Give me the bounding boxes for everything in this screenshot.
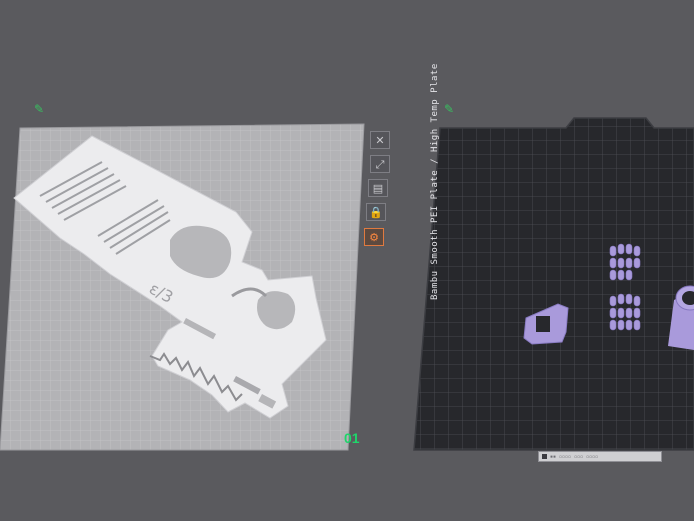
plate-status-bar: ▪▪ ▫▫▫▫ ▫▫▫ ▫▫▫▫	[538, 451, 662, 462]
build-plate-right[interactable]	[413, 117, 694, 451]
pencil-icon[interactable]: ✎	[444, 102, 454, 116]
close-icon[interactable]: ✕	[370, 131, 390, 149]
plate-type-label: Bambu Smooth PEI Plate / High Temp Plate	[430, 63, 440, 300]
status-text: ▪▪ ▫▫▫▫ ▫▫▫ ▫▫▫▫	[550, 453, 599, 460]
settings-icon[interactable]: ⚙	[364, 228, 384, 246]
status-indicator-icon	[542, 454, 547, 459]
pencil-icon[interactable]: ✎	[34, 102, 44, 116]
plate-index-label: 01	[344, 430, 360, 446]
lock-icon[interactable]: 🔒	[366, 203, 386, 221]
arrange-icon[interactable]: ▤	[368, 179, 388, 197]
orient-icon[interactable]: ⤢	[370, 155, 390, 173]
